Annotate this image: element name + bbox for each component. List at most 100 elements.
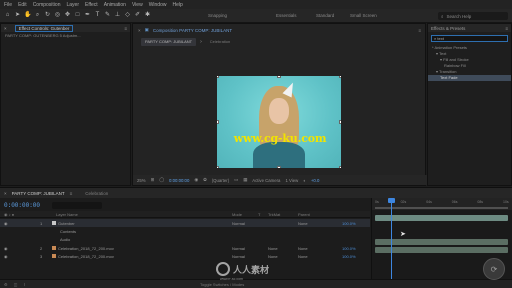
region-of-interest-icon[interactable]: ▭ — [234, 177, 238, 183]
menu-layer[interactable]: Layer — [66, 2, 79, 8]
current-time-display[interactable]: 0:00:00:00 — [169, 178, 189, 183]
composition-viewer[interactable]: www.cg-ku.com — [217, 76, 341, 168]
column-parent[interactable]: Parent — [298, 212, 310, 217]
toggle-switches-modes[interactable]: Toggle Switches / Modes — [200, 282, 244, 287]
layer-stretch-value[interactable]: 100.0% — [342, 246, 356, 251]
panel-menu-icon[interactable]: ≡ — [418, 28, 421, 33]
layer-name[interactable]: Celebration_2018_72_200.mov — [52, 246, 114, 251]
layer-mode-dropdown[interactable]: Normal — [232, 246, 245, 251]
playhead-line[interactable] — [391, 198, 392, 288]
eraser-tool-icon[interactable]: ◇ — [124, 12, 131, 19]
transform-handle-t[interactable] — [277, 76, 281, 78]
menu-composition[interactable]: Composition — [33, 2, 61, 8]
mask-visibility-icon[interactable]: ◯ — [159, 177, 164, 183]
menu-edit[interactable]: Edit — [18, 2, 27, 8]
layer-bar-celebration-1[interactable] — [375, 239, 508, 245]
timeline-row[interactable]: ◉ 3 Celebration_2018_72_200.mov Normal None N… — [0, 252, 370, 260]
puppet-tool-icon[interactable]: ✱ — [144, 12, 151, 19]
layer-name[interactable]: Celebration_2018_72_200.mov — [52, 254, 114, 259]
search-help-field[interactable]: ⌕ Search Help — [438, 12, 508, 20]
close-icon[interactable]: × — [138, 28, 141, 33]
column-trkmat[interactable]: TrkMat — [268, 212, 280, 217]
layer-parent-dropdown[interactable]: None — [298, 246, 308, 251]
layer-stretch-value[interactable]: 100.0% — [342, 254, 356, 259]
home-icon[interactable]: ⌂ — [4, 12, 11, 19]
column-t[interactable]: T — [258, 212, 260, 217]
exposure-value[interactable]: +0.0 — [311, 178, 319, 183]
composition-title[interactable]: Composition PARTY COMP: JUBILANT — [153, 28, 232, 33]
eye-icon[interactable]: ◉ — [4, 254, 8, 259]
panel-menu-icon[interactable]: ≡ — [505, 26, 508, 31]
view-layout-dropdown[interactable]: 1 View — [285, 178, 298, 183]
transform-handle-l[interactable] — [217, 120, 219, 124]
brush-tool-icon[interactable]: ✎ — [104, 12, 111, 19]
rotate-tool-icon[interactable]: ↻ — [44, 12, 51, 19]
pen-tool-icon[interactable]: ✒ — [84, 12, 91, 19]
layer-bar-gutenber[interactable] — [375, 215, 508, 221]
transform-handle-r[interactable] — [339, 120, 341, 124]
resolution-dropdown[interactable]: (Quarter) — [212, 178, 229, 183]
transparency-grid-icon[interactable]: ▦ — [243, 177, 247, 183]
effects-presets-title[interactable]: Effects & Presets — [431, 26, 465, 31]
color-channel-icon[interactable]: ✿ — [203, 177, 207, 183]
grid-icon[interactable]: ⊞ — [151, 177, 155, 183]
transform-handle-tl[interactable] — [217, 76, 219, 78]
breadcrumb-celebration[interactable]: Celebration — [206, 38, 234, 46]
tab-celebration[interactable]: Celebration — [85, 191, 108, 196]
work-area-bar[interactable] — [375, 207, 508, 209]
close-icon[interactable]: × — [4, 191, 7, 196]
close-icon[interactable]: × — [4, 26, 7, 31]
workspace-small-screen[interactable]: Small Screen — [350, 13, 377, 18]
menu-file[interactable]: File — [4, 2, 12, 8]
transform-handle-b[interactable] — [277, 166, 281, 168]
selection-tool-icon[interactable]: ➤ — [14, 12, 21, 19]
layer-switches-icon[interactable]: ⚙ — [4, 282, 8, 287]
layer-name[interactable]: Audio — [60, 237, 70, 242]
transfer-controls-icon[interactable]: ◫ — [14, 282, 18, 287]
effects-list-item[interactable]: Text Fade — [428, 75, 511, 81]
magnification-dropdown[interactable]: 25% — [137, 178, 146, 183]
column-layer-name[interactable]: Layer Name — [56, 212, 78, 217]
layer-trkmat-dropdown[interactable]: None — [268, 254, 278, 259]
layer-stretch-value[interactable]: 100.0% — [342, 221, 356, 226]
menu-animation[interactable]: Animation — [104, 2, 126, 8]
tab-party-comp[interactable]: PARTY COMP: JUBILANT — [12, 191, 65, 196]
layer-parent-dropdown[interactable]: None — [298, 254, 308, 259]
panel-menu-icon[interactable]: ≡ — [70, 191, 73, 196]
effects-search-input[interactable]: ⌕ text — [431, 35, 508, 42]
column-mode[interactable]: Mode — [232, 212, 242, 217]
layer-name[interactable]: Contents — [60, 229, 76, 234]
eye-icon[interactable]: ◉ — [4, 221, 8, 226]
type-tool-icon[interactable]: T — [94, 12, 101, 19]
hand-tool-icon[interactable]: ✋ — [24, 12, 31, 19]
workspace-standard[interactable]: Standard — [316, 13, 334, 18]
lock-icon[interactable]: ▣ — [145, 27, 149, 33]
layer-mode-dropdown[interactable]: Normal — [232, 221, 245, 226]
transform-handle-br[interactable] — [339, 166, 341, 168]
camera-dropdown[interactable]: Active Camera — [252, 178, 280, 183]
timeline-timecode[interactable]: 0:00:00:00 — [4, 202, 40, 209]
tab-effect-controls[interactable]: Effect Controls: Gutenber — [14, 24, 74, 32]
layer-trkmat-dropdown[interactable]: None — [268, 246, 278, 251]
snapshot-icon[interactable]: ◉ — [194, 177, 198, 183]
rectangle-tool-icon[interactable]: □ — [74, 12, 81, 19]
menu-effect[interactable]: Effect — [85, 2, 98, 8]
transform-handle-bl[interactable] — [217, 166, 219, 168]
graph-editor-icon[interactable]: ⌇ — [23, 282, 25, 287]
menu-view[interactable]: View — [132, 2, 143, 8]
timeline-row[interactable]: ◉ 1 Gutenber Normal None 100.0% — [0, 219, 370, 227]
timeline-row[interactable]: ◉ 2 Celebration_2018_72_200.mov Normal None N… — [0, 244, 370, 252]
timeline-row[interactable]: Contents — [0, 227, 370, 235]
panel-menu-icon[interactable]: ≡ — [124, 26, 127, 31]
roto-brush-tool-icon[interactable]: ✐ — [134, 12, 141, 19]
camera-tool-icon[interactable]: ◎ — [54, 12, 61, 19]
pan-behind-tool-icon[interactable]: ✥ — [64, 12, 71, 19]
menu-window[interactable]: Window — [149, 2, 167, 8]
zoom-tool-icon[interactable]: ⌕ — [34, 12, 41, 19]
timeline-row[interactable]: Audio — [0, 235, 370, 243]
eye-icon[interactable]: ◉ — [4, 246, 8, 251]
timeline-search-input[interactable] — [52, 202, 102, 209]
layer-bar-celebration-2[interactable] — [375, 247, 508, 253]
workspace-essentials[interactable]: Essentials — [276, 13, 297, 18]
transform-handle-tr[interactable] — [339, 76, 341, 78]
